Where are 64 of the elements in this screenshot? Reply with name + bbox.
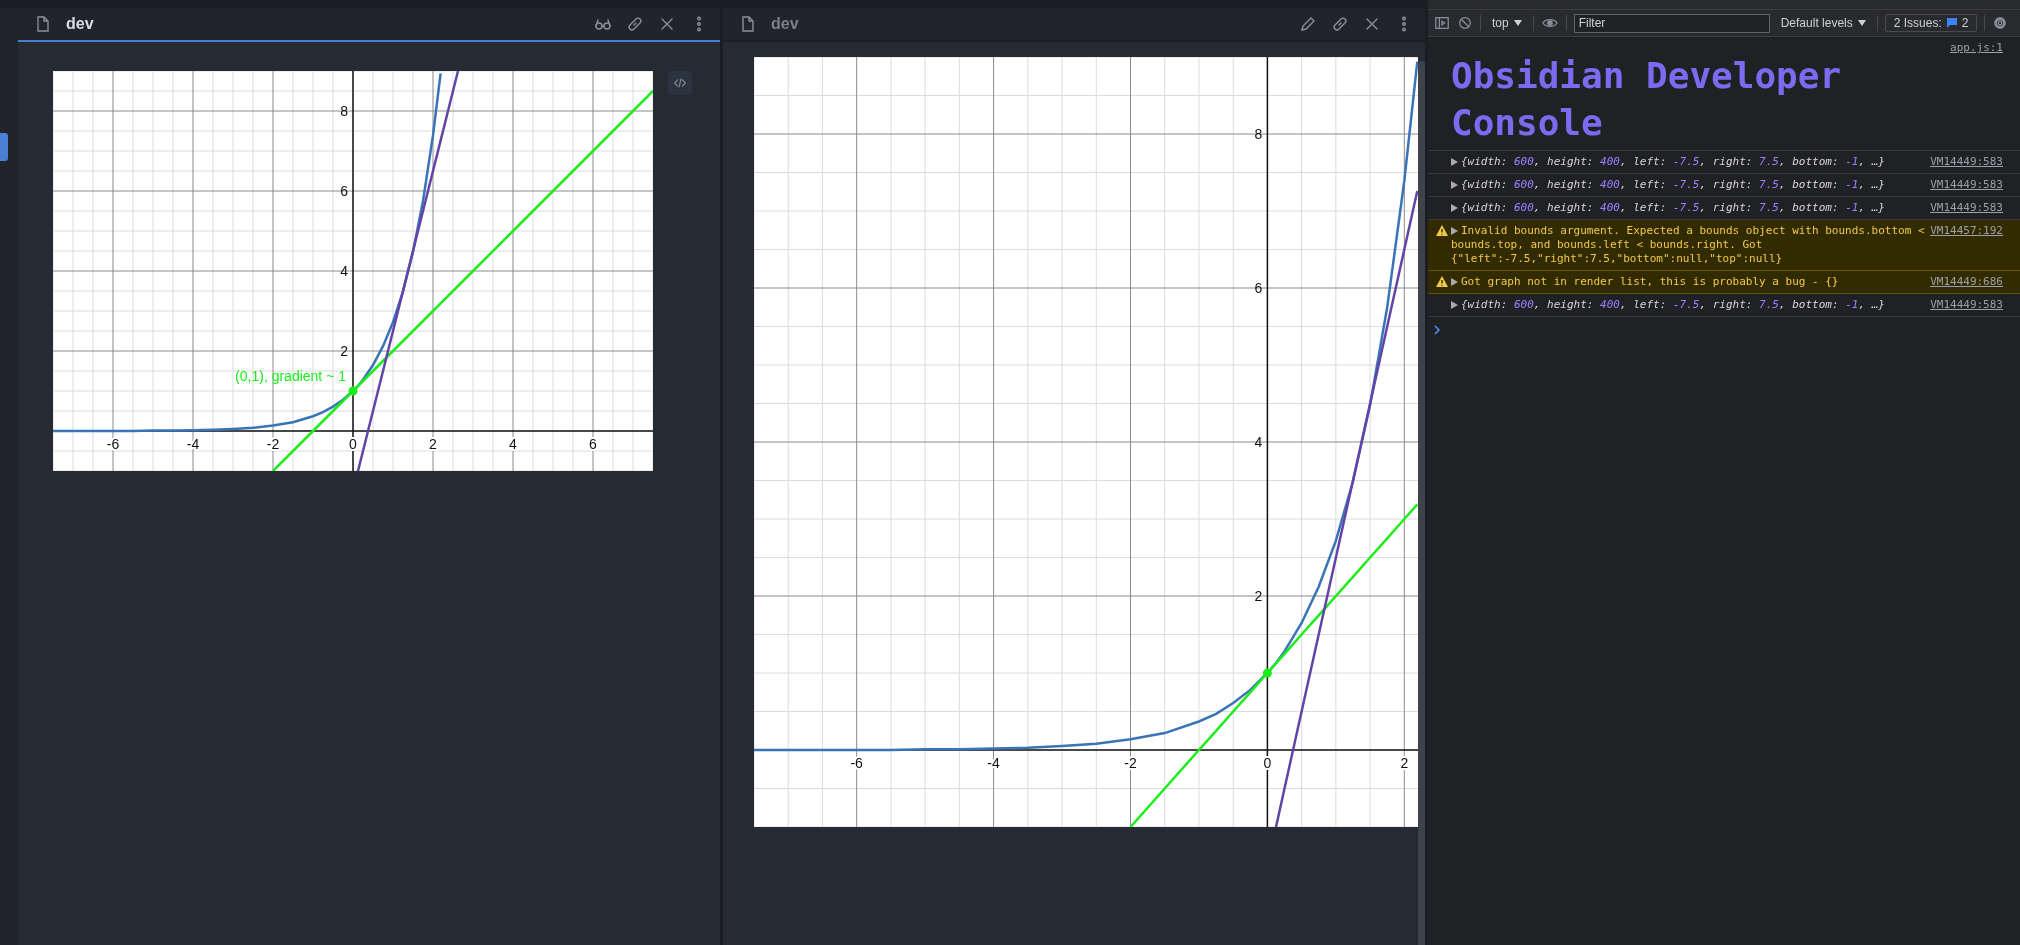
- pencil-icon[interactable]: [1299, 15, 1317, 33]
- axis-label: -2: [1124, 755, 1137, 771]
- axis-label: 2: [1400, 755, 1409, 771]
- source-link[interactable]: VM14449:583: [1930, 178, 2003, 192]
- issues-button[interactable]: 2 Issues: 2: [1884, 14, 1978, 32]
- filter-field[interactable]: Filter: [1573, 13, 1770, 33]
- console-heading: Obsidian Developer Console: [1451, 54, 1843, 145]
- note-title[interactable]: dev: [771, 15, 1285, 33]
- expand-icon[interactable]: [1451, 301, 1458, 309]
- caret-icon: [1857, 20, 1866, 26]
- sidebar-icon[interactable]: [1434, 15, 1450, 31]
- source-link[interactable]: app.js:1: [1950, 41, 2003, 54]
- axis-label: -4: [186, 436, 200, 452]
- link-icon[interactable]: [1331, 15, 1349, 33]
- code-button[interactable]: [668, 71, 692, 95]
- source-link[interactable]: VM14449:686: [1930, 275, 2003, 289]
- log-message[interactable]: {width: 600, height: 400, left: -7.5, right: 7.5, bottom: -1, …}: [1451, 178, 1929, 192]
- warning-icon: [1436, 276, 1448, 287]
- warning-message[interactable]: Invalid bounds argument. Expected a bounds object with bounds.bottom < bounds.top, and bounds.left < bounds.right. Got {"left":-7.5,"right":7.5,"bottom":null,"top":null}: [1451, 224, 1929, 266]
- warning-icon: [1436, 225, 1448, 236]
- settings-icon[interactable]: [1992, 15, 2009, 31]
- prompt-icon: [1434, 325, 1441, 335]
- source-link[interactable]: VM14449:583: [1930, 155, 2003, 169]
- file-icon[interactable]: [739, 14, 757, 34]
- expand-icon[interactable]: [1451, 204, 1458, 212]
- log-message[interactable]: {width: 600, height: 400, left: -7.5, right: 7.5, bottom: -1, …}: [1451, 298, 1929, 312]
- axis-label: -4: [987, 755, 1000, 771]
- link-icon[interactable]: [626, 15, 644, 33]
- axis-label: 2: [429, 436, 437, 452]
- scrollbar[interactable]: [1418, 61, 1425, 945]
- axis-label: 2: [1254, 588, 1263, 604]
- levels-select[interactable]: Default levels: [1776, 16, 1870, 30]
- axis-label: 6: [340, 183, 348, 199]
- axis-label: 4: [1254, 434, 1263, 450]
- axis-label: 8: [1254, 126, 1263, 142]
- axis-label: 8: [340, 103, 348, 119]
- message-icon: [1945, 17, 1958, 29]
- clear-icon[interactable]: [1457, 15, 1473, 31]
- note-title[interactable]: dev: [66, 15, 580, 33]
- axis-label: -6: [850, 755, 863, 771]
- code-icon[interactable]: [673, 76, 687, 90]
- source-link[interactable]: VM14457:192: [1930, 224, 2003, 238]
- log-message[interactable]: {width: 600, height: 400, left: -7.5, right: 7.5, bottom: -1, …}: [1451, 201, 1929, 215]
- axis-label: -6: [106, 436, 120, 452]
- axis-label: 2: [340, 343, 348, 359]
- point-marker: [1262, 668, 1272, 678]
- axis-label: 4: [340, 263, 348, 279]
- log-message[interactable]: {width: 600, height: 400, left: -7.5, right: 7.5, bottom: -1, …}: [1451, 155, 1929, 169]
- expand-icon[interactable]: [1451, 227, 1458, 235]
- axis-label: -2: [266, 436, 280, 452]
- file-icon[interactable]: [34, 14, 52, 34]
- axis-label: 6: [1254, 280, 1263, 296]
- expand-icon[interactable]: [1451, 181, 1458, 189]
- annotation-label: (0,1), gradient ~ 1: [235, 368, 346, 384]
- axis-label: 4: [509, 436, 517, 452]
- source-link[interactable]: VM14449:583: [1930, 201, 2003, 215]
- warning-message[interactable]: Got graph not in render list, this is probably a bug - {}: [1451, 275, 1929, 289]
- expand-icon[interactable]: [1451, 158, 1458, 166]
- axis-label: 6: [589, 436, 597, 452]
- source-link[interactable]: VM14449:583: [1930, 298, 2003, 312]
- context-select[interactable]: top: [1488, 16, 1526, 30]
- caret-icon: [1513, 20, 1522, 26]
- expand-icon[interactable]: [1451, 278, 1458, 286]
- point-marker: [348, 386, 358, 396]
